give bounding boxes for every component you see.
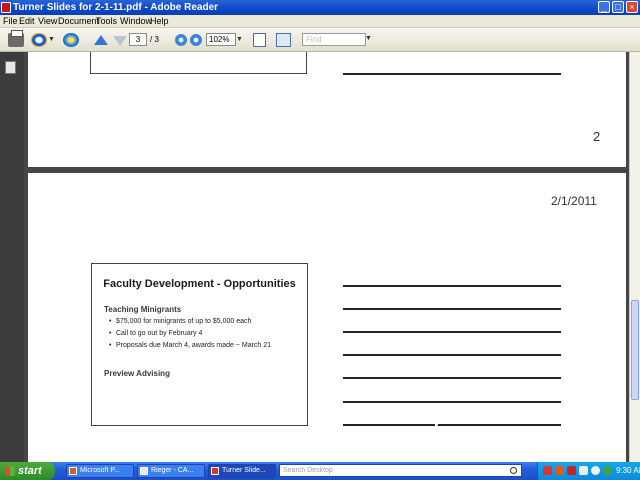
vertical-scrollbar[interactable]: [629, 52, 640, 462]
task-label: Turner Slide...: [222, 467, 266, 474]
menu-view[interactable]: View: [38, 16, 57, 27]
fit-page-icon[interactable]: [253, 33, 266, 47]
taskbar-item-adobe-reader[interactable]: Turner Slide...: [208, 464, 276, 478]
note-line: [343, 308, 561, 310]
menu-edit[interactable]: Edit: [19, 16, 35, 27]
slide-bullet: Proposals due March 4, awards made ~ Mar…: [109, 342, 271, 349]
menu-window[interactable]: Window: [120, 16, 152, 27]
scrollbar-thumb[interactable]: [631, 300, 639, 400]
collaborate-icon[interactable]: [63, 33, 79, 47]
zoom-input[interactable]: 102%: [206, 33, 236, 46]
menu-tools[interactable]: Tools: [96, 16, 117, 27]
antivirus-icon[interactable]: [543, 466, 552, 475]
window-titlebar[interactable]: Turner Slides for 2-1-11.pdf - Adobe Rea…: [0, 0, 640, 15]
page-number-input[interactable]: 3: [129, 33, 147, 46]
slide-bullet: $75,000 for minigrants of up to $5,000 e…: [109, 318, 251, 325]
windows-logo-icon: [5, 466, 15, 476]
menu-file[interactable]: File: [3, 16, 18, 27]
minimize-button[interactable]: _: [598, 1, 610, 13]
find-input[interactable]: Find: [302, 33, 366, 46]
note-line: [343, 285, 561, 287]
slide-title: Faculty Development - Opportunities: [103, 278, 296, 290]
start-button[interactable]: start: [0, 462, 55, 480]
find-dropdown-icon[interactable]: ▼: [365, 35, 372, 42]
pdf-page: 2/1/2011 Faculty Development - Opportuni…: [28, 173, 626, 462]
note-line: [343, 424, 561, 426]
system-tray: 9:30 AM: [537, 462, 640, 480]
taskbar: start Microsoft P... Rieger - CA... Turn…: [0, 462, 640, 480]
pages-icon[interactable]: [5, 61, 16, 74]
menu-help[interactable]: Help: [150, 16, 169, 27]
taskbar-item-browser[interactable]: Rieger - CA...: [137, 464, 205, 478]
zoom-in-icon[interactable]: [190, 34, 202, 46]
document-viewer[interactable]: 2 2/1/2011 Faculty Development - Opportu…: [24, 52, 629, 462]
update-icon[interactable]: [567, 466, 576, 475]
note-line: [343, 331, 561, 333]
toolbar: ▼ 3 / 3 102% ▼ Find ▼: [0, 28, 640, 52]
adobe-reader-icon: [1, 2, 11, 13]
chevron-down-icon[interactable]: ▼: [48, 36, 55, 43]
create-pdf-icon[interactable]: [31, 33, 47, 47]
clock[interactable]: 9:30 AM: [616, 465, 640, 477]
menu-bar: File Edit View Document Tools Window Hel…: [0, 15, 640, 28]
network-icon[interactable]: [579, 466, 588, 475]
browser-icon: [140, 467, 148, 475]
taskbar-item-powerpoint[interactable]: Microsoft P...: [66, 464, 134, 478]
print-icon[interactable]: [8, 30, 24, 47]
search-placeholder: Search Desktop: [283, 467, 333, 474]
slide-bullet: Call to go out by February 4: [109, 330, 202, 337]
search-icon[interactable]: [510, 467, 517, 474]
desktop-search-input[interactable]: Search Desktop: [279, 464, 522, 477]
note-line: [343, 73, 561, 75]
navigation-pane: [0, 52, 24, 477]
powerpoint-icon: [69, 467, 77, 475]
slide-thumbnail: Faculty Development - Opportunities Teac…: [91, 263, 308, 426]
security-icon[interactable]: [555, 466, 564, 475]
maximize-button[interactable]: □: [612, 1, 624, 13]
task-label: Rieger - CA...: [151, 467, 194, 474]
pdf-page: 2: [28, 52, 626, 167]
page-number: 2: [593, 129, 601, 144]
note-line: [343, 401, 561, 403]
slide-heading: Preview Advising: [104, 369, 170, 378]
previous-page-icon[interactable]: [93, 33, 109, 47]
next-page-icon[interactable]: [112, 33, 128, 47]
connection-icon[interactable]: [603, 466, 612, 475]
mouse-cursor-icon: [435, 420, 440, 431]
note-line: [343, 377, 561, 379]
task-label: Microsoft P...: [80, 467, 120, 474]
menu-document[interactable]: Document: [58, 16, 99, 27]
fit-width-icon[interactable]: [276, 33, 291, 47]
page-date: 2/1/2011: [551, 194, 597, 208]
note-line: [343, 354, 561, 356]
slide-frame: [90, 52, 307, 74]
zoom-out-icon[interactable]: [175, 34, 187, 46]
close-button[interactable]: ×: [626, 1, 638, 13]
volume-icon[interactable]: [591, 466, 600, 475]
zoom-dropdown-icon[interactable]: ▼: [236, 36, 243, 43]
window-title: Turner Slides for 2-1-11.pdf - Adobe Rea…: [13, 2, 219, 13]
start-label: start: [18, 465, 42, 477]
page-total: / 3: [150, 35, 159, 44]
slide-heading: Teaching Minigrants: [104, 305, 182, 314]
adobe-reader-icon: [211, 467, 219, 475]
